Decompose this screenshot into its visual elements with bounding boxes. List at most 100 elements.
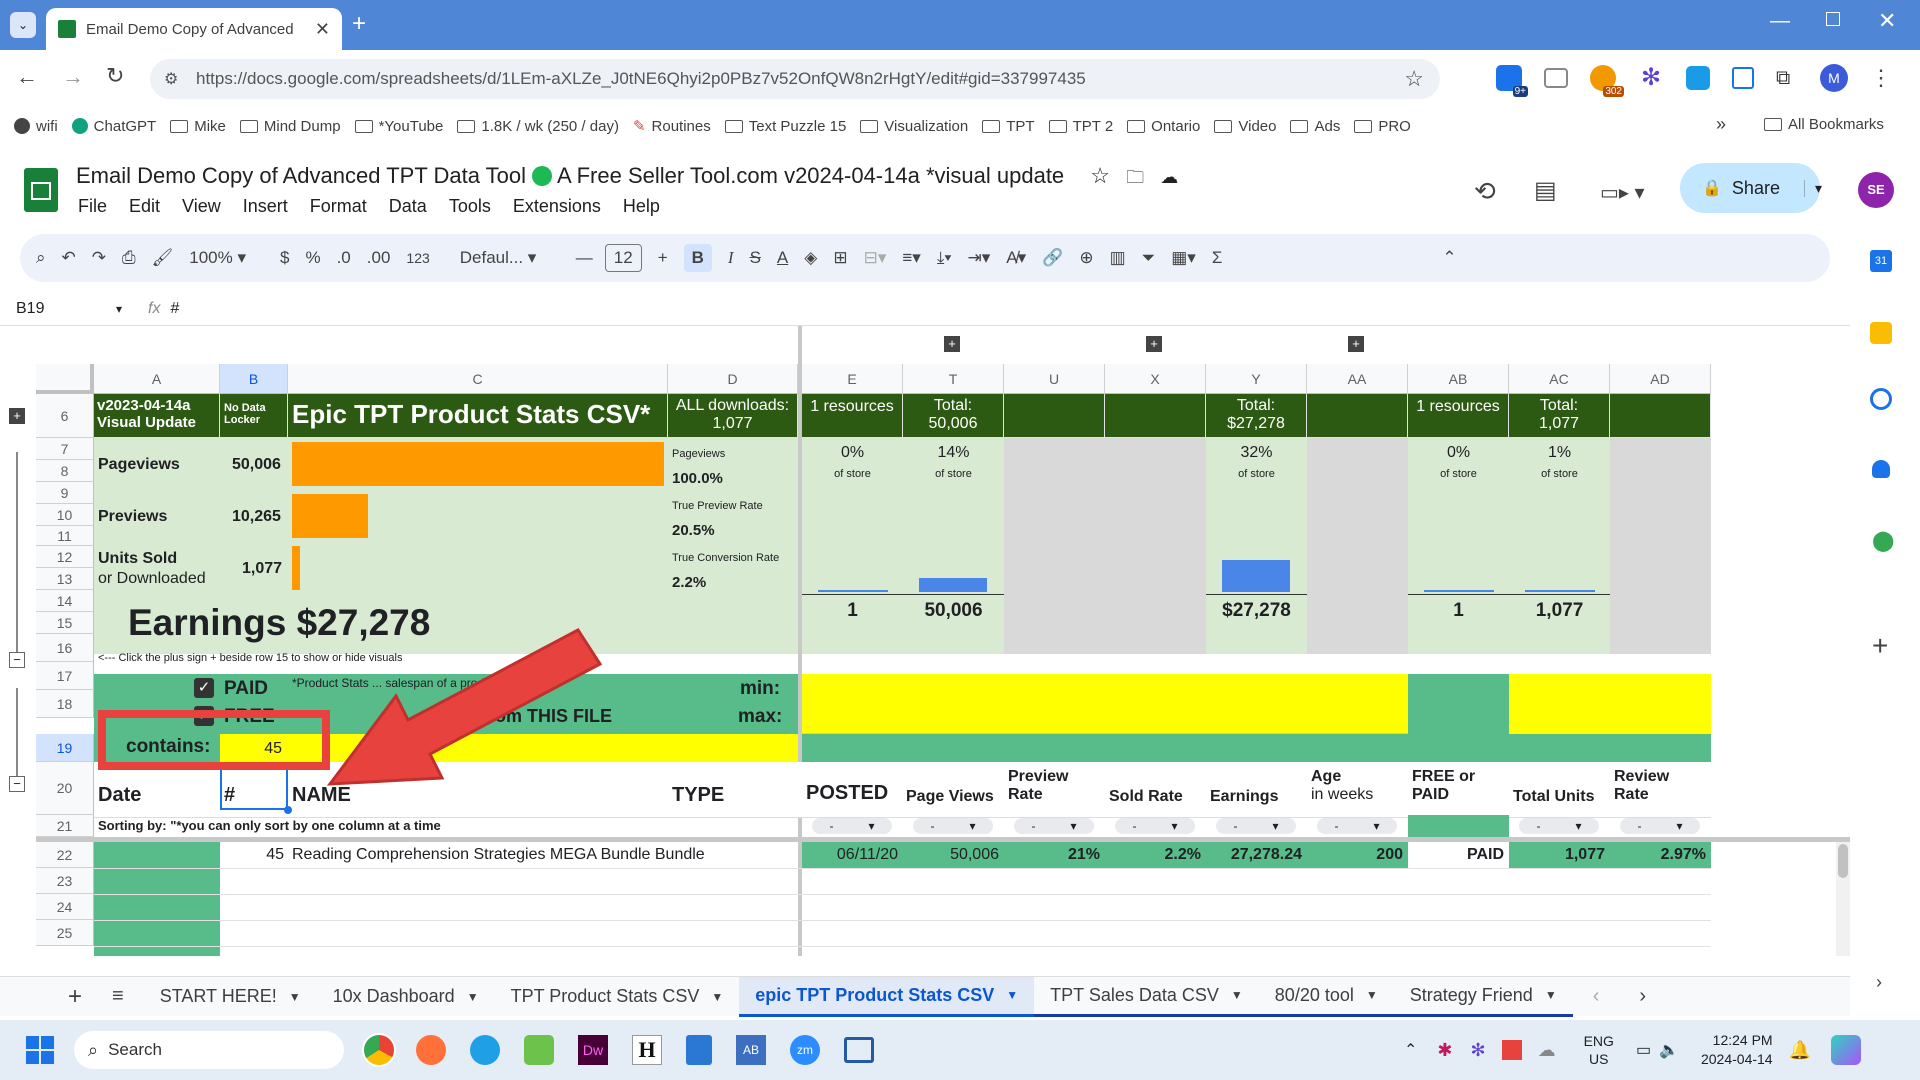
- star-icon[interactable]: ☆: [1090, 163, 1110, 188]
- site-info-icon[interactable]: ⚙: [164, 69, 178, 89]
- sheet-tab-active[interactable]: epic TPT Product Stats CSV ▼: [739, 976, 1035, 1017]
- sheets-logo-icon[interactable]: [24, 168, 58, 212]
- column-header-e[interactable]: E: [802, 364, 903, 394]
- tab-menu-icon[interactable]: ▼: [1545, 988, 1557, 1002]
- column-header-a[interactable]: A: [94, 364, 220, 394]
- header-age[interactable]: Age in weeks: [1311, 768, 1373, 804]
- bookmark-item[interactable]: ChatGPT: [71, 118, 156, 135]
- cell-all-downloads[interactable]: ALL downloads: 1,077: [668, 394, 798, 438]
- column-header-d[interactable]: D: [668, 364, 798, 394]
- bookmark-folder[interactable]: TPT 2: [1048, 118, 1113, 135]
- header-review-rate[interactable]: Review Rate: [1614, 768, 1669, 804]
- cell-e6[interactable]: 1 resources: [802, 394, 903, 438]
- text-color-button[interactable]: A: [777, 248, 788, 268]
- more-bookmarks-icon[interactable]: »: [1716, 114, 1726, 135]
- bookmark-folder[interactable]: Mind Dump: [239, 118, 341, 135]
- bookmark-folder[interactable]: Visualization: [860, 118, 968, 135]
- menu-view[interactable]: View: [182, 196, 221, 217]
- bookmark-folder[interactable]: *YouTube: [354, 118, 443, 135]
- row-header-8[interactable]: 8: [36, 460, 94, 482]
- network-icon[interactable]: ▭: [1636, 1040, 1651, 1060]
- save-extension-icon[interactable]: [1732, 67, 1754, 89]
- notifications-icon[interactable]: 🔔: [1789, 1040, 1811, 1061]
- sheet-tab[interactable]: 10x Dashboard ▼: [317, 977, 495, 1017]
- row-header-22[interactable]: 22: [36, 842, 94, 868]
- collapse-row-group-icon[interactable]: −: [9, 776, 25, 792]
- windows-start-icon[interactable]: [26, 1036, 54, 1064]
- copilot-icon[interactable]: [1831, 1035, 1862, 1065]
- sort-dropdown[interactable]: - ▾: [1519, 818, 1599, 834]
- expand-group-icon[interactable]: +: [1146, 336, 1162, 352]
- sort-dropdown[interactable]: - ▾: [1014, 818, 1094, 834]
- row-header-19[interactable]: 19: [36, 734, 94, 762]
- italic-button[interactable]: I: [728, 248, 734, 268]
- remote-desktop-app-icon[interactable]: [844, 1037, 874, 1063]
- cell-y6[interactable]: Total: $27,278: [1206, 394, 1307, 438]
- tab-menu-icon[interactable]: ▼: [711, 990, 723, 1004]
- bookmark-folder[interactable]: PRO: [1354, 118, 1411, 135]
- row21-preview-rate[interactable]: 21%: [1004, 846, 1100, 864]
- header-page-views[interactable]: Page Views: [906, 788, 994, 806]
- menu-extensions[interactable]: Extensions: [513, 196, 601, 217]
- tab-menu-icon[interactable]: ▼: [1366, 988, 1378, 1002]
- sheet-tab[interactable]: TPT Sales Data CSV ▼: [1034, 977, 1259, 1017]
- onedrive-icon[interactable]: ☁: [1538, 1040, 1556, 1061]
- increase-decimal-button[interactable]: .00: [367, 248, 391, 268]
- menu-insert[interactable]: Insert: [243, 196, 288, 217]
- expand-row-group-icon[interactable]: +: [9, 408, 25, 424]
- column-header-u[interactable]: U: [1004, 364, 1105, 394]
- insert-comment-icon[interactable]: ⊕: [1079, 248, 1093, 268]
- tray-s-icon[interactable]: [1501, 1040, 1522, 1060]
- cell-ac6[interactable]: Total: 1,077: [1509, 394, 1610, 438]
- bookmark-item[interactable]: wifi: [14, 118, 58, 135]
- row-header-6[interactable]: 6: [36, 394, 94, 438]
- row21-age[interactable]: 200: [1307, 846, 1403, 864]
- cell-data-locker[interactable]: No Data Locker: [220, 394, 288, 438]
- window-close-icon[interactable]: ✕: [1878, 8, 1896, 34]
- profile-avatar[interactable]: M: [1820, 64, 1848, 92]
- header-sold-rate[interactable]: Sold Rate: [1109, 788, 1183, 806]
- print-icon[interactable]: ⎙: [122, 248, 136, 268]
- cell-ab6[interactable]: 1 resources: [1408, 394, 1509, 438]
- notepad-app-icon[interactable]: [686, 1035, 712, 1065]
- firefox-app-icon[interactable]: [416, 1035, 446, 1065]
- row-header-12[interactable]: 12: [36, 546, 94, 568]
- search-menus-icon[interactable]: ⌕: [36, 248, 46, 268]
- decrease-decimal-button[interactable]: .0: [337, 248, 351, 268]
- u-extension-icon[interactable]: [1686, 66, 1710, 90]
- sheet-tab[interactable]: TPT Product Stats CSV ▼: [495, 977, 740, 1017]
- cell-sheet-title[interactable]: Epic TPT Product Stats CSV*: [288, 394, 668, 438]
- contacts-icon[interactable]: [1872, 460, 1890, 478]
- merge-cells-icon[interactable]: ⊟▾: [864, 248, 887, 268]
- tray-app-icon[interactable]: ✱: [1437, 1040, 1452, 1061]
- doc-title[interactable]: Email Demo Copy of Advanced TPT Data Too…: [76, 163, 1178, 195]
- share-button[interactable]: 🔒 Share ▾: [1680, 163, 1822, 213]
- h-app-icon[interactable]: H: [632, 1035, 662, 1065]
- camtasia-app-icon[interactable]: [524, 1035, 554, 1065]
- version-history-icon[interactable]: ⟲: [1474, 176, 1496, 207]
- more-formats-button[interactable]: 123: [406, 250, 429, 266]
- column-header-y[interactable]: Y: [1206, 364, 1307, 394]
- align-left-icon[interactable]: ≡▾: [902, 248, 920, 268]
- min-max-inputs[interactable]: [802, 674, 1408, 734]
- keep-icon[interactable]: [1870, 322, 1892, 344]
- menu-tools[interactable]: Tools: [449, 196, 491, 217]
- taskbar-search[interactable]: ⌕ Search: [74, 1031, 344, 1069]
- bold-button[interactable]: B: [683, 244, 712, 272]
- select-all-corner[interactable]: [36, 364, 94, 394]
- row-header-7[interactable]: 7: [36, 438, 94, 460]
- column-header-b[interactable]: B: [220, 364, 288, 394]
- calendar-icon[interactable]: 31: [1870, 250, 1892, 272]
- sort-dropdown[interactable]: - ▾: [1317, 818, 1397, 834]
- filter-views-icon[interactable]: ▦▾: [1171, 248, 1196, 268]
- scroll-tabs-left-icon[interactable]: ‹: [1593, 985, 1600, 1008]
- address-bar[interactable]: ⚙ https://docs.google.com/spreadsheets/d…: [150, 59, 1440, 99]
- column-header-ad[interactable]: AD: [1610, 364, 1711, 394]
- fill-color-icon[interactable]: ◈: [804, 248, 817, 268]
- scroll-tabs-right-icon[interactable]: ›: [1639, 985, 1646, 1008]
- show-hidden-icons[interactable]: ⌃: [1404, 1040, 1417, 1060]
- fill-handle[interactable]: [284, 806, 292, 814]
- formula-input[interactable]: #: [170, 300, 179, 318]
- text-wrap-icon[interactable]: ⇥▾: [967, 248, 990, 268]
- bookmark-folder[interactable]: Ontario: [1127, 118, 1200, 135]
